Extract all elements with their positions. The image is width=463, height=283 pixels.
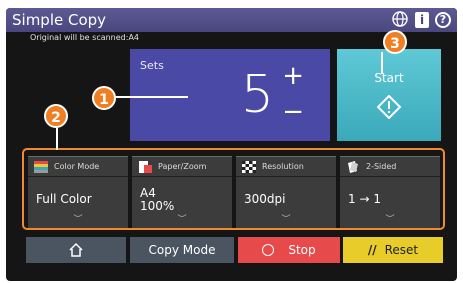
resolution-tile[interactable]: Resolution 300dpi ︶ xyxy=(236,156,336,228)
increment-button[interactable]: + xyxy=(282,61,304,91)
info-icon[interactable]: i xyxy=(415,12,429,28)
title-bar: Simple Copy i ? xyxy=(6,8,457,32)
copy-mode-button[interactable]: Copy Mode xyxy=(130,237,234,263)
home-icon xyxy=(69,242,83,257)
start-label: Start xyxy=(374,71,404,85)
home-button[interactable] xyxy=(26,237,126,263)
start-diamond-icon xyxy=(377,95,401,119)
paper-zoom-tile[interactable]: Paper/Zoom A4 100% ︶ xyxy=(132,156,232,228)
resolution-label: Resolution xyxy=(262,162,304,171)
reset-icon: // xyxy=(367,243,377,257)
stop-label: Stop xyxy=(288,243,316,257)
app-title: Simple Copy xyxy=(12,11,107,29)
title-bar-icons: i ? xyxy=(391,11,451,29)
callout-2-line xyxy=(56,128,58,150)
color-mode-label: Color Mode xyxy=(54,162,100,171)
color-mode-header: Color Mode xyxy=(28,157,128,177)
chevron-down-icon: ︶ xyxy=(73,215,83,225)
paper-zoom-header: Paper/Zoom xyxy=(132,157,232,177)
reset-label: Reset xyxy=(384,243,419,257)
decrement-button[interactable]: − xyxy=(282,97,304,127)
two-sided-value: 1 → 1 xyxy=(348,192,381,206)
sets-panel[interactable]: Sets 5 + − xyxy=(130,49,330,141)
resolution-value: 300dpi xyxy=(244,192,286,206)
chevron-down-icon: ︶ xyxy=(385,215,395,225)
resolution-icon xyxy=(242,161,256,173)
callout-badge-3: 3 xyxy=(383,30,407,54)
resolution-header: Resolution xyxy=(236,157,336,177)
sets-label: Sets xyxy=(140,59,164,72)
scan-note: Original will be scanned:A4 xyxy=(30,33,140,42)
two-sided-icon xyxy=(348,161,358,173)
stop-button[interactable]: Stop xyxy=(238,237,340,263)
two-sided-tile[interactable]: 2-Sided 1 → 1 ︶ xyxy=(340,156,440,228)
color-mode-tile[interactable]: Color Mode Full Color ︶ xyxy=(28,156,128,228)
chevron-down-icon: ︶ xyxy=(281,215,291,225)
two-sided-label: 2-Sided xyxy=(366,162,397,171)
callout-badge-1: 1 xyxy=(92,86,116,110)
callout-badge-2: 2 xyxy=(44,104,68,128)
paper-zoom-label: Paper/Zoom xyxy=(158,162,207,171)
stop-icon xyxy=(262,243,275,256)
reset-button[interactable]: // Reset xyxy=(343,237,443,263)
sets-value: 5 xyxy=(240,65,274,125)
start-button[interactable]: Start xyxy=(337,49,441,141)
color-mode-icon xyxy=(34,161,48,173)
color-mode-value: Full Color xyxy=(36,192,92,206)
paper-zoom-icon xyxy=(139,161,152,173)
chevron-down-icon: ︶ xyxy=(177,215,187,225)
help-icon[interactable]: ? xyxy=(435,12,451,28)
two-sided-header: 2-Sided xyxy=(340,157,440,177)
callout-3-line xyxy=(381,52,383,74)
globe-icon[interactable] xyxy=(391,11,409,29)
callout-1-line xyxy=(108,96,188,98)
